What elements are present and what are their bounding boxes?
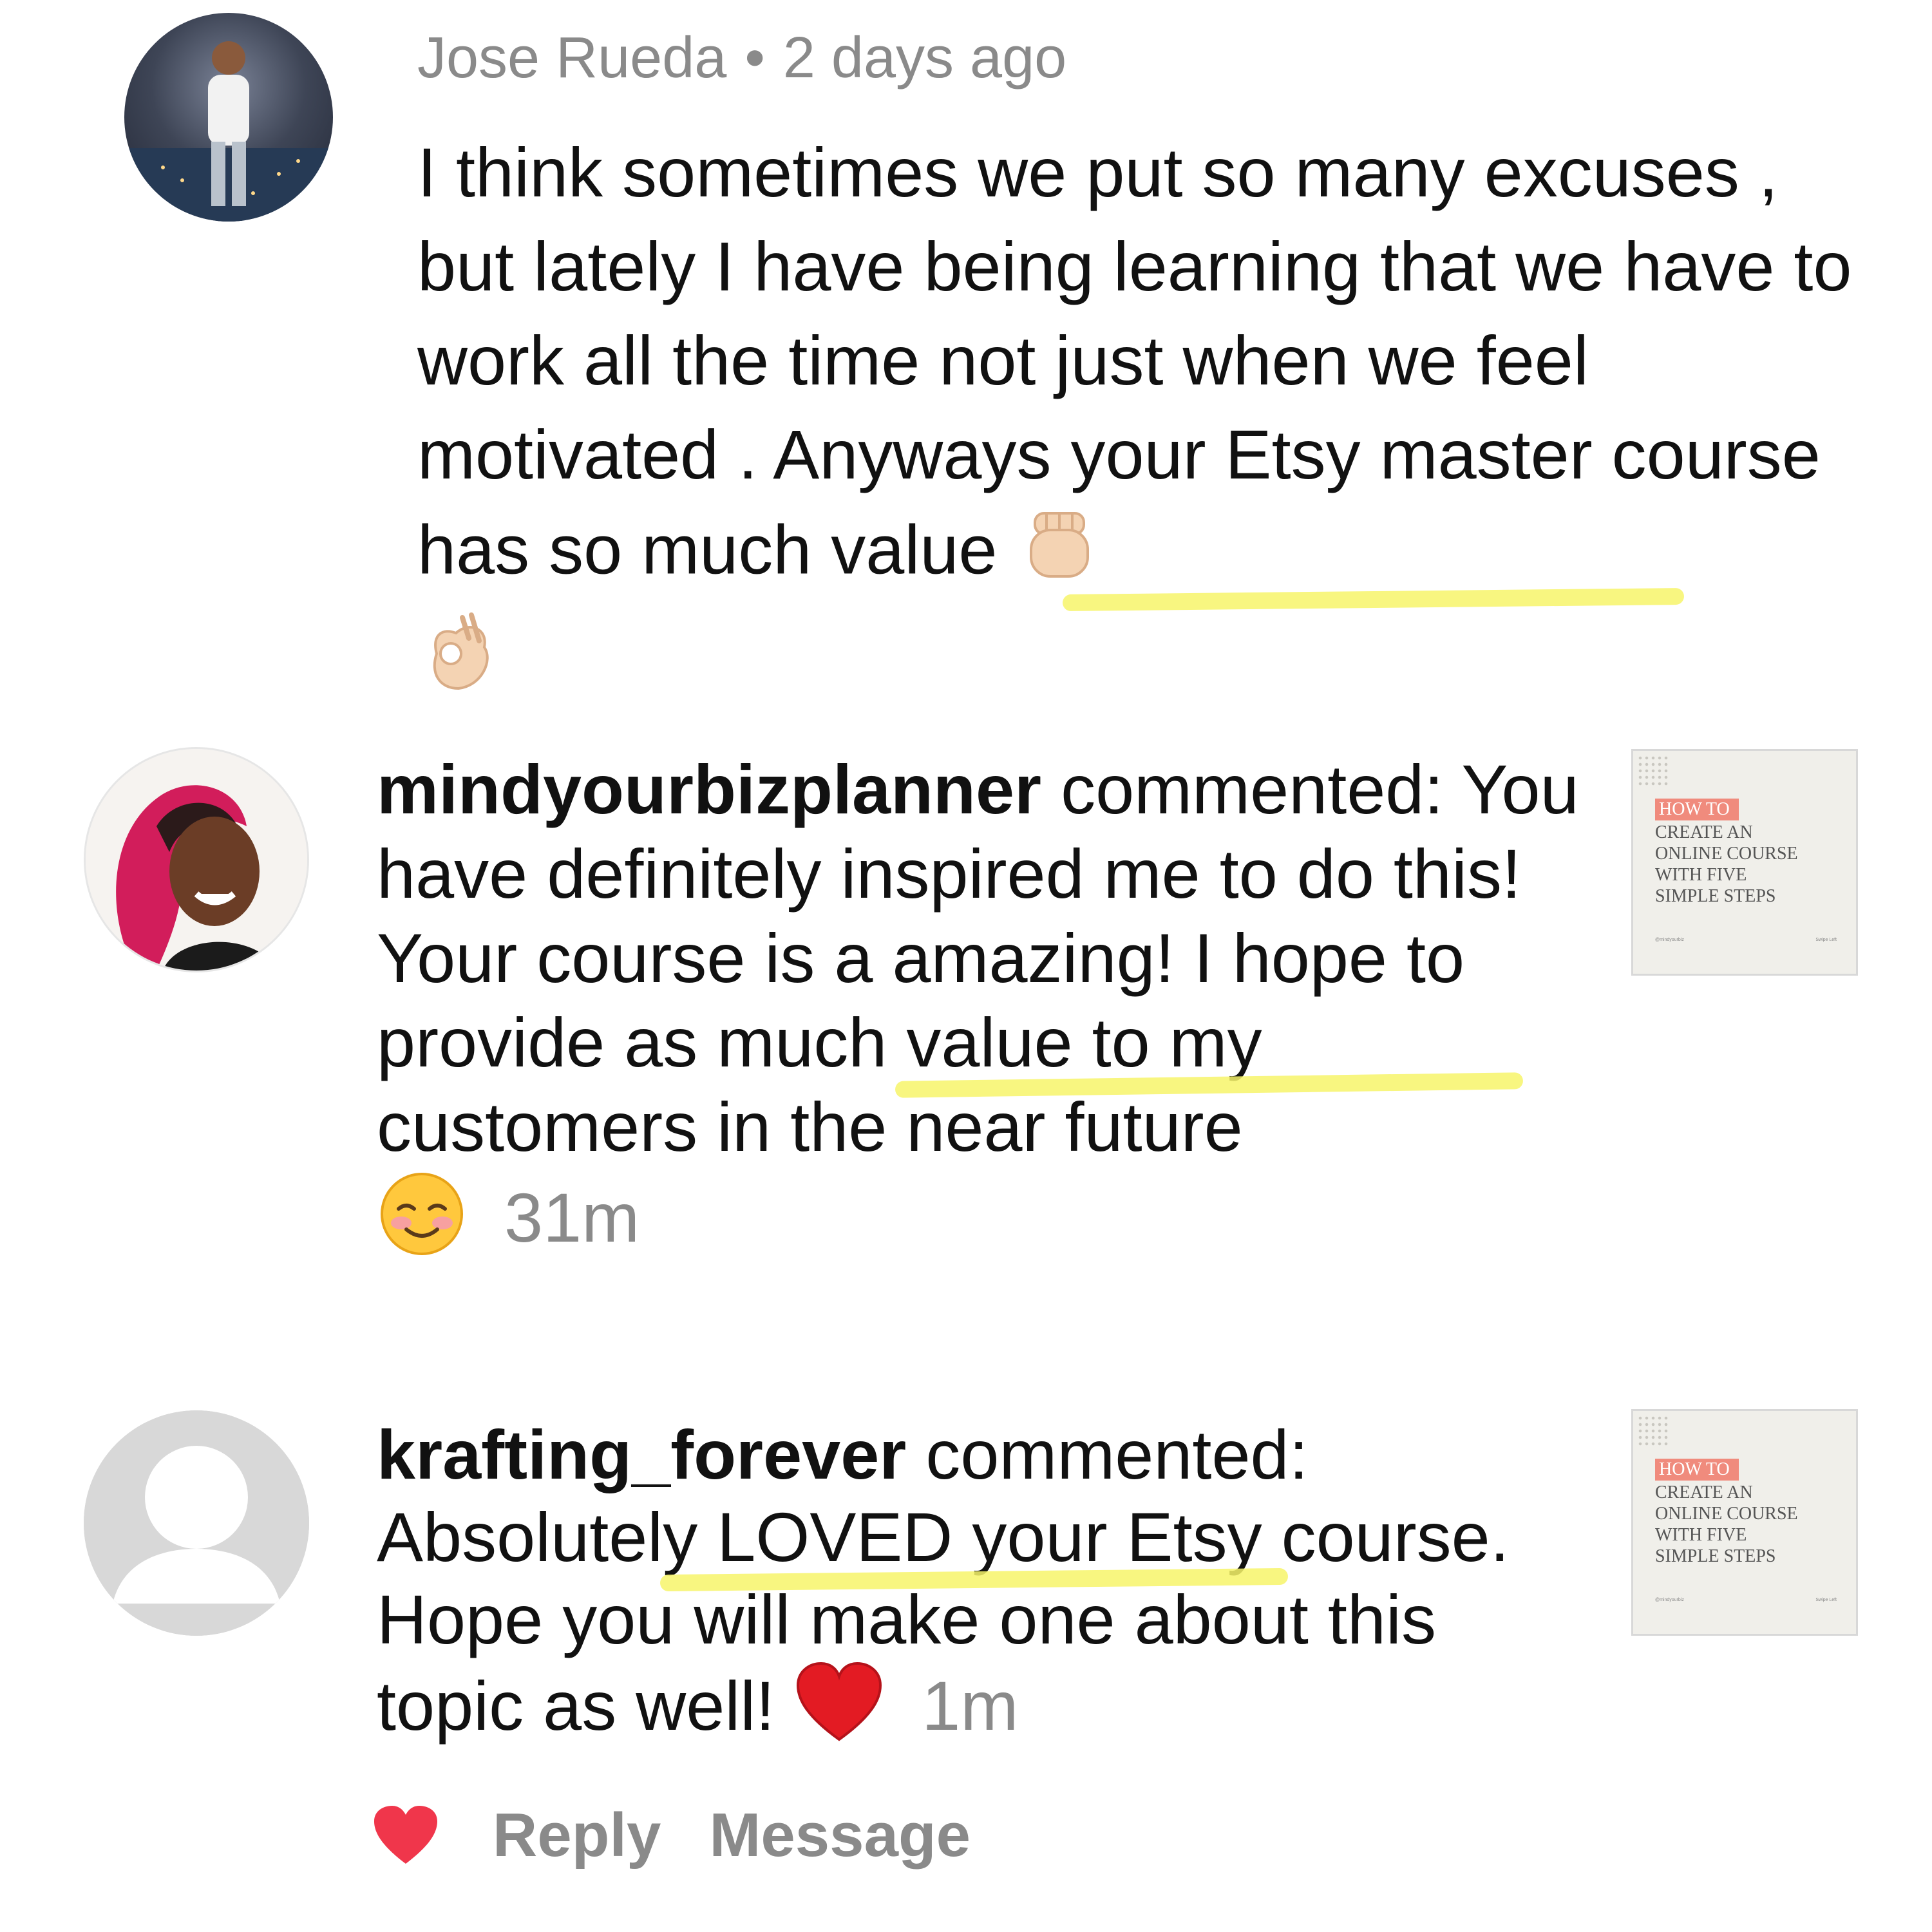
avatar-mindyourbizplanner[interactable] bbox=[84, 747, 309, 972]
comment-text: mindyourbizplanner commented: You have d… bbox=[377, 747, 1600, 1277]
thumbnail-dots-decoration bbox=[1637, 755, 1668, 786]
thumbnail-title: CREATE AN ONLINE COURSE WITH FIVE SIMPLE… bbox=[1655, 1482, 1798, 1566]
heart-icon[interactable] bbox=[370, 1803, 441, 1868]
thumbnail-title: CREATE AN ONLINE COURSE WITH FIVE SIMPLE… bbox=[1655, 822, 1798, 906]
post-thumbnail[interactable]: HOW TO CREATE AN ONLINE COURSE WITH FIVE… bbox=[1631, 1409, 1858, 1636]
comment-username[interactable]: mindyourbizplanner bbox=[377, 750, 1041, 828]
thumbnail-tag: HOW TO bbox=[1655, 1459, 1739, 1481]
thumbnail-footer-swipe: Swipe Left bbox=[1815, 1598, 1837, 1602]
ok-hand-emoji bbox=[417, 609, 501, 722]
comment-time: 1m bbox=[922, 1667, 1019, 1745]
thumbnail-dots-decoration bbox=[1637, 1415, 1668, 1446]
meta-separator: • bbox=[744, 26, 765, 90]
comment-meta: Jose Rueda • 2 days ago bbox=[417, 13, 1066, 103]
comment-action: commented: bbox=[925, 1416, 1309, 1493]
comment-time: 2 days ago bbox=[782, 26, 1067, 90]
smiling-blush-emoji bbox=[377, 1169, 467, 1277]
comment-text-content: I think sometimes we put so many excuses… bbox=[417, 133, 1852, 589]
comment-time: 31m bbox=[504, 1178, 640, 1256]
avatar-krafting-forever[interactable] bbox=[84, 1410, 309, 1636]
thumbnail-footer-handle: @mindyourbiz bbox=[1655, 1598, 1684, 1602]
message-button[interactable]: Message bbox=[709, 1800, 971, 1871]
thumbnail-footer-handle: @mindyourbiz bbox=[1655, 938, 1684, 942]
raised-fist-emoji bbox=[1017, 502, 1101, 609]
comment-actions: Reply Message bbox=[370, 1790, 1019, 1880]
post-thumbnail[interactable]: HOW TO CREATE AN ONLINE COURSE WITH FIVE… bbox=[1631, 749, 1858, 976]
comment-action: commented: bbox=[1061, 750, 1444, 828]
avatar-jose-rueda[interactable] bbox=[124, 13, 333, 222]
comment-username[interactable]: krafting_forever bbox=[377, 1416, 906, 1493]
comment-text: I think sometimes we put so many excuses… bbox=[417, 126, 1866, 722]
comment-author[interactable]: Jose Rueda bbox=[417, 26, 726, 90]
red-heart-emoji bbox=[794, 1661, 884, 1762]
thumbnail-footer-swipe: Swipe Left bbox=[1815, 938, 1837, 942]
thumbnail-tag: HOW TO bbox=[1655, 799, 1739, 820]
reply-button[interactable]: Reply bbox=[493, 1800, 661, 1871]
